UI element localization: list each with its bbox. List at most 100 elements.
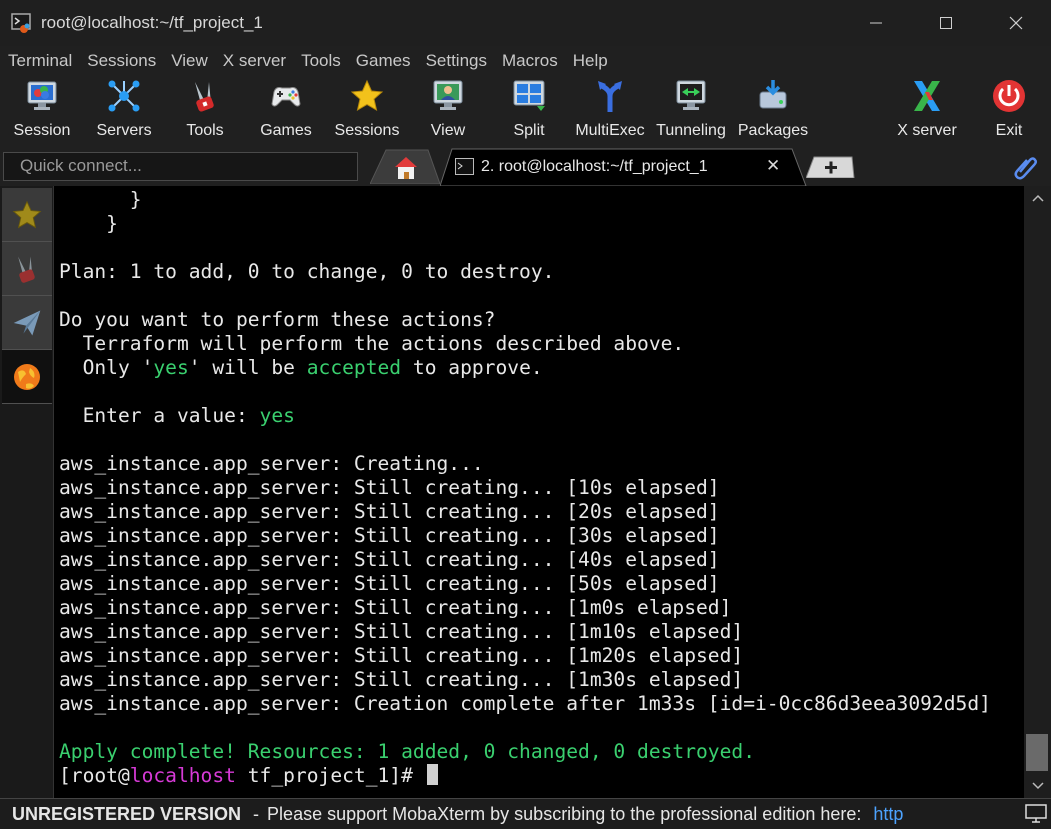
menu-view[interactable]: View [163,51,215,71]
quote-open: ' [141,356,154,379]
support-message: Please support MobaXterm by subscribing … [267,803,862,824]
menu-sessions[interactable]: Sessions [79,51,163,71]
apply-complete-line: Apply complete! Resources: 1 added, 0 ch… [59,740,755,763]
sidebar-sessions-button[interactable] [2,188,52,242]
servers-button[interactable]: Servers [90,76,158,146]
window-title: root@localhost:~/tf_project_1 [41,13,263,32]
terminal-line: aws_instance.app_server: Still creating.… [59,548,720,571]
accepted-highlight: accepted [306,356,402,379]
packages-disk-icon [759,80,787,109]
menu-games[interactable]: Games [348,51,418,71]
home-tab[interactable] [370,148,440,184]
menu-settings[interactable]: Settings [418,51,494,71]
scrollbar-thumb[interactable] [1026,734,1048,771]
terminal-scrollbar[interactable] [1024,186,1051,798]
tools-label: Tools [186,122,224,139]
terminal-output[interactable]: } } Plan: 1 to add, 0 to change, 0 to de… [54,186,1024,798]
split-button[interactable]: Split [496,76,562,146]
terminal-line: aws_instance.app_server: Creating... [59,452,484,475]
left-sidebar [0,186,54,798]
packages-button[interactable]: Packages [738,76,808,146]
games-button[interactable]: Games [252,76,320,146]
view-button[interactable]: View [414,76,482,146]
maximize-button[interactable] [911,0,981,46]
tab-row: Quick connect... 2. root@localhost:~/tf_… [0,146,1051,186]
terminal-line: Do you want to perform these actions? [59,308,496,331]
tunneling-icon [676,80,706,110]
paper-plane-icon [13,310,41,335]
terminal-line: aws_instance.app_server: Creation comple… [59,692,991,715]
to-approve-text: to approve. [401,356,543,379]
terminal-line: aws_instance.app_server: Still creating.… [59,644,744,667]
minimize-icon [870,22,882,24]
terminal-icon [455,158,474,175]
terminal-line: aws_instance.app_server: Still creating.… [59,620,744,643]
menu-bar: Terminal Sessions View X server Tools Ga… [0,46,1051,76]
session-button[interactable]: Session [8,76,76,146]
session-label: Session [13,122,71,139]
terminal-line: aws_instance.app_server: Still creating.… [59,524,720,547]
servers-network-icon [108,80,140,112]
toolbar: Session Servers Tools Games Sessions Vie… [0,76,1051,146]
power-icon [993,80,1025,112]
multiexec-fork-icon [598,81,622,112]
sidebar-sftp-button[interactable] [2,350,52,404]
terminal-line: aws_instance.app_server: Still creating.… [59,668,744,691]
split-label: Split [513,122,545,139]
prompt-host: localhost [129,764,236,787]
terminal-line: aws_instance.app_server: Still creating.… [59,500,720,523]
session-tab[interactable]: 2. root@localhost:~/tf_project_1 ✕ [440,148,810,186]
multiexec-label: MultiExec [575,122,645,139]
menu-help[interactable]: Help [565,51,615,71]
yes-highlight: yes [153,356,189,379]
new-tab-button[interactable] [806,156,856,178]
status-separator: - [253,803,260,824]
close-button[interactable] [981,0,1051,46]
sidebar-macros-button[interactable] [2,296,52,350]
quick-connect-input[interactable]: Quick connect... [3,152,358,181]
session-monitor-icon [27,81,57,110]
tunneling-button[interactable]: Tunneling [654,76,728,146]
title-bar: root@localhost:~/tf_project_1 [0,0,1051,46]
star-icon [12,200,42,228]
terminal-line: Only [59,356,142,379]
terminal-line: aws_instance.app_server: Still creating.… [59,572,720,595]
tab-close-icon[interactable]: ✕ [766,156,780,176]
minimize-button[interactable] [841,0,911,46]
tools-icon [18,256,35,283]
terminal-line: Plan: 1 to add, 0 to change, 0 to destro… [59,260,555,283]
globe-icon [14,363,40,390]
sessions-button[interactable]: Sessions [332,76,402,146]
will-be-text: ' will be [188,356,307,379]
menu-tools[interactable]: Tools [293,51,348,71]
view-label: View [430,122,466,139]
games-gamepad-icon [271,87,301,107]
menu-terminal[interactable]: Terminal [0,51,79,71]
subscribe-link[interactable]: http [873,804,903,825]
sessions-label: Sessions [334,122,400,139]
sidebar-tools-button[interactable] [2,242,52,296]
scroll-up-arrow-icon[interactable] [1032,194,1044,202]
exit-button[interactable]: Exit [984,76,1034,146]
tools-button[interactable]: Tools [172,76,238,146]
x-server-button[interactable]: X server [892,76,962,146]
menu-x-server[interactable]: X server [215,51,293,71]
split-windows-icon [513,80,545,111]
x-server-icon [914,81,940,111]
terminal-line: aws_instance.app_server: Still creating.… [59,596,732,619]
session-tab-label: 2. root@localhost:~/tf_project_1 [481,158,708,175]
menu-macros[interactable]: Macros [494,51,565,71]
multiexec-button[interactable]: MultiExec [574,76,646,146]
scroll-down-arrow-icon[interactable] [1032,782,1044,790]
x-server-label: X server [897,122,957,139]
prompt-open: [root@ [59,764,130,787]
exit-label: Exit [995,122,1023,139]
paperclip-icon[interactable] [1012,154,1038,180]
entered-value: yes [259,404,295,427]
packages-label: Packages [737,122,809,139]
monitor-icon[interactable] [1025,804,1047,824]
tools-swiss-knife-icon [195,82,214,112]
close-icon [1009,16,1023,30]
terminal-line: Enter a value: [59,404,260,427]
tunneling-label: Tunneling [656,122,726,139]
